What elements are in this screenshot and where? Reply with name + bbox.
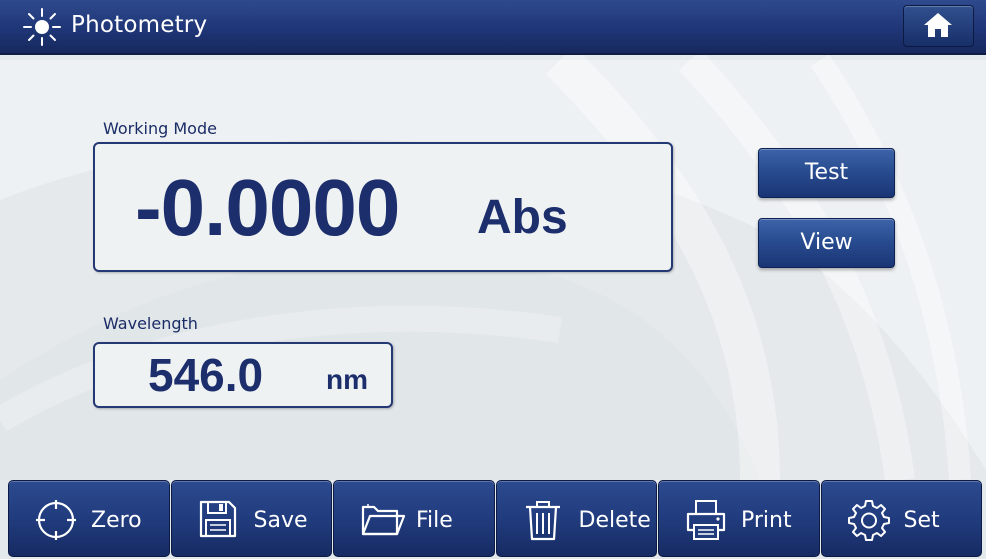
wavelength-value: 546.0 [148,349,264,401]
working-mode-label: Working Mode [103,119,217,138]
save-label: Save [253,508,308,533]
wavelength-unit: nm [326,364,368,395]
background-decoration [0,0,986,559]
home-button[interactable] [903,5,974,47]
bottom-toolbar: Zero Save File Delete Print Set [8,480,982,557]
zero-label: Zero [91,508,142,533]
title-bar: Photometry [0,0,986,55]
absorbance-value: -0.0000 [135,163,400,252]
file-button[interactable]: File [333,480,495,557]
absorbance-unit: Abs [477,191,568,244]
set-label: Set [903,508,940,533]
zero-button[interactable]: Zero [8,480,170,557]
page-title: Photometry [71,12,208,38]
delete-label: Delete [578,508,651,533]
delete-button[interactable]: Delete [495,480,657,557]
print-button[interactable]: Print [658,480,820,557]
print-label: Print [741,508,792,533]
measurement-display: -0.0000 Abs [93,142,673,272]
wavelength-label: Wavelength [103,314,198,333]
wavelength-field[interactable]: 546.0 nm [93,342,393,408]
view-button[interactable]: View [758,218,895,268]
file-label: File [416,508,453,533]
sun-icon [22,7,62,47]
save-button[interactable]: Save [170,480,332,557]
set-button[interactable]: Set [820,480,982,557]
test-button[interactable]: Test [758,148,895,198]
